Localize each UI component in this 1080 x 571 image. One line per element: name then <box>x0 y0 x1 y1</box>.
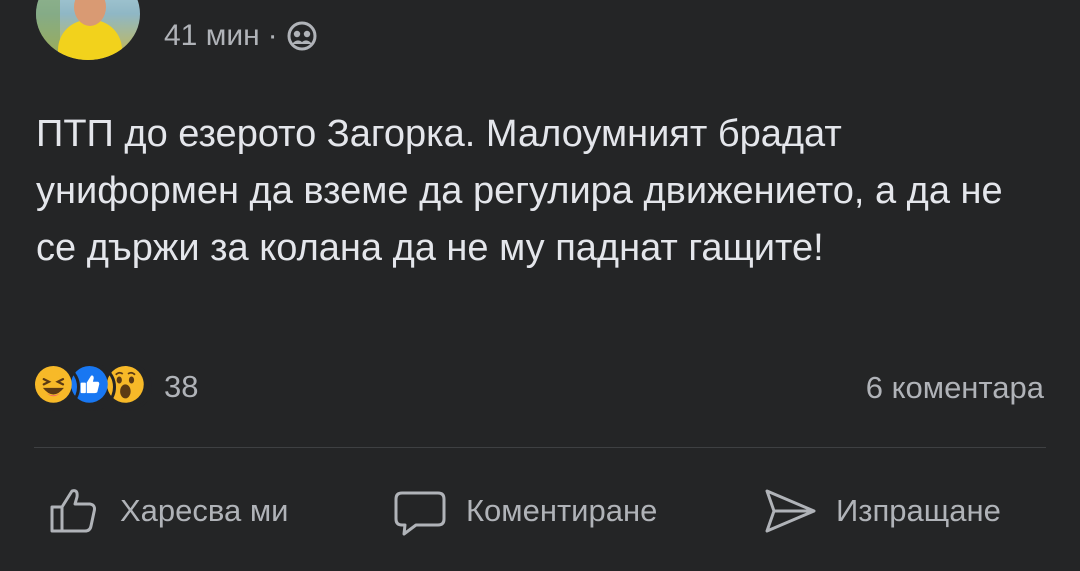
post-meta: 41 мин · <box>164 16 318 56</box>
meta-separator: · <box>267 19 278 52</box>
like-button[interactable]: Харесва ми <box>46 476 289 546</box>
comment-icon <box>394 491 446 536</box>
post-text: ПТП до езерото Загорка. Малоумният брада… <box>36 113 1003 269</box>
avatar[interactable] <box>36 0 140 60</box>
share-button[interactable]: Изпращане <box>762 476 1001 546</box>
post-time[interactable]: 41 мин <box>164 19 260 53</box>
post-card: 41 мин · ПТП до езерото Загорка. Малоумн… <box>0 0 1080 571</box>
comments-count[interactable]: 6 коментара <box>866 366 1044 410</box>
comment-label: Коментиране <box>466 493 658 528</box>
share-label: Изпращане <box>836 493 1001 528</box>
action-bar: Харесва ми Коментиране Изпращане <box>0 476 1080 546</box>
divider <box>34 447 1046 448</box>
send-icon <box>765 489 816 533</box>
comment-button[interactable]: Коментиране <box>392 476 657 546</box>
haha-icon <box>32 363 80 411</box>
friends-icon[interactable] <box>286 20 318 52</box>
like-label: Харесва ми <box>120 493 289 528</box>
thumbs-up-icon <box>50 489 96 533</box>
reactions-summary[interactable]: 38 <box>32 362 198 412</box>
reaction-count: 38 <box>164 369 199 404</box>
